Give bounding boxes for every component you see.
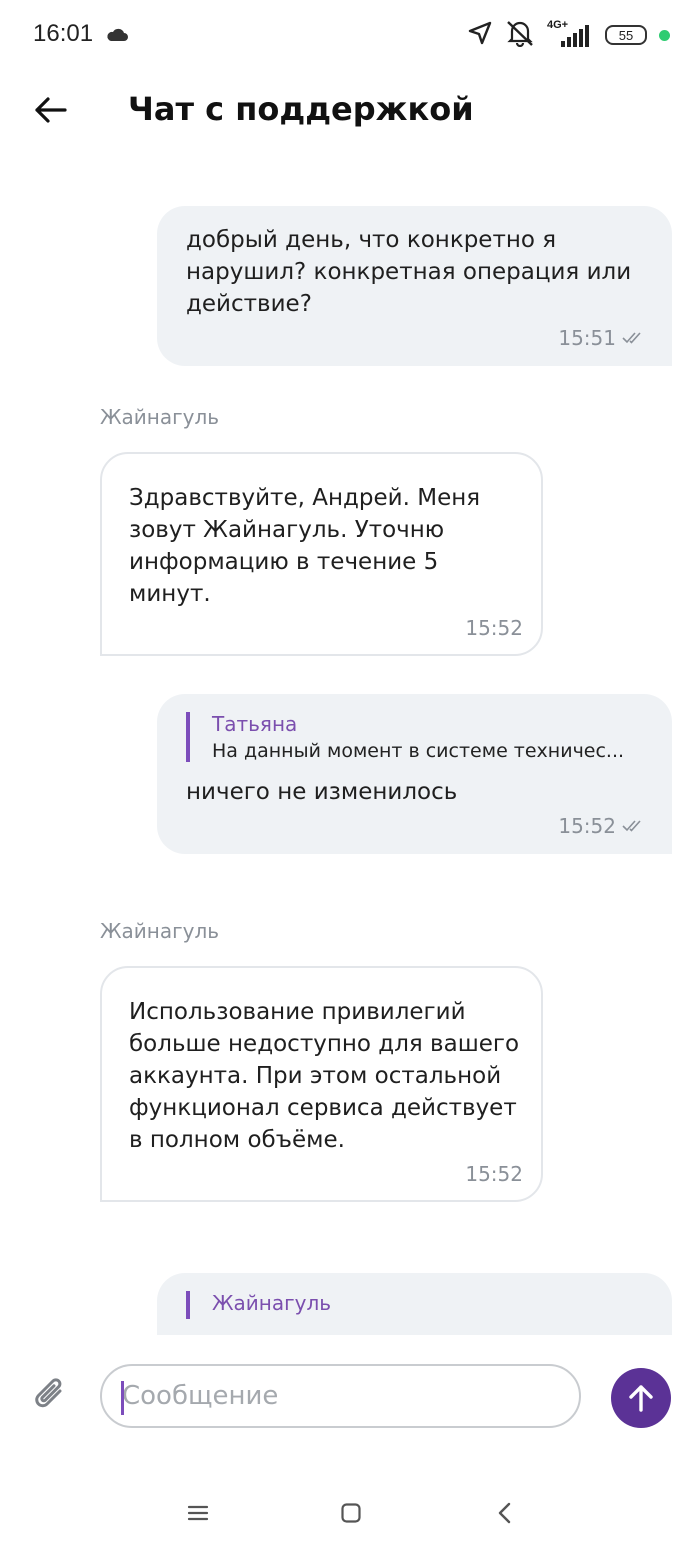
back-button[interactable] [30, 90, 70, 130]
message-time: 15:52 [558, 814, 616, 838]
message-text: добрый день, что конкретно я нарушил? ко… [186, 227, 632, 317]
reply-quote[interactable]: Жайнагуль [186, 1291, 642, 1319]
status-time: 16:01 [33, 20, 94, 47]
attach-button[interactable] [30, 1375, 70, 1415]
message-time: 15:52 [465, 1162, 523, 1186]
quote-text: На данный момент в системе техничес... [212, 740, 625, 762]
message-meta: 15:52 [129, 616, 523, 640]
outgoing-message[interactable]: добрый день, что конкретно я нарушил? ко… [157, 206, 672, 366]
status-bar: 16:01 4G+ 55 [0, 0, 700, 70]
message-meta: 15:51 [186, 326, 642, 350]
message-meta: 15:52 [186, 814, 642, 838]
message-text: Здравствуйте, Андрей. Меня зовут Жайнагу… [129, 485, 481, 607]
message-composer [0, 1335, 700, 1455]
chevron-left-icon [498, 1502, 511, 1524]
square-icon [341, 1503, 361, 1523]
menu-lines-icon [187, 1505, 209, 1521]
sender-name: Жайнагуль [100, 919, 220, 943]
message-input[interactable] [100, 1364, 581, 1428]
battery-icon: 55 [605, 25, 647, 45]
back-arrow-icon [35, 97, 67, 123]
message-text: ничего не изменилось [186, 779, 458, 805]
double-check-icon [622, 820, 641, 832]
message-text: Использование привилегий больше недоступ… [129, 999, 520, 1153]
signal-icon: 4G+ [547, 19, 593, 49]
send-button[interactable] [611, 1368, 671, 1428]
header: Чат с поддержкой [0, 72, 700, 152]
message-meta: 15:52 [129, 1162, 523, 1186]
outgoing-message[interactable]: Жайнагуль [157, 1273, 672, 1335]
paperclip-icon [35, 1378, 62, 1408]
reply-quote[interactable]: Татьяна На данный момент в системе техни… [186, 712, 642, 762]
system-navigation-bar [0, 1470, 700, 1556]
outgoing-message[interactable]: Татьяна На данный момент в системе техни… [157, 694, 672, 854]
incoming-message[interactable]: Использование привилегий больше недоступ… [100, 966, 543, 1202]
sender-name: Жайнагуль [100, 405, 220, 429]
text-cursor [121, 1381, 124, 1415]
chat-messages[interactable]: добрый день, что конкретно я нарушил? ко… [0, 160, 700, 1335]
bell-off-icon [505, 19, 535, 51]
system-back-button[interactable] [490, 1498, 520, 1528]
double-check-icon [622, 332, 641, 344]
incoming-message[interactable]: Здравствуйте, Андрей. Меня зовут Жайнагу… [100, 452, 543, 656]
arrow-up-icon [629, 1385, 653, 1412]
privacy-indicator-dot [659, 29, 670, 41]
status-icons: 4G+ 55 [467, 19, 670, 51]
message-time: 15:52 [465, 616, 523, 640]
quote-author: Татьяна [212, 712, 298, 736]
home-button[interactable] [336, 1498, 366, 1528]
page-title: Чат с поддержкой [128, 90, 474, 128]
message-time: 15:51 [558, 326, 616, 350]
recent-apps-button[interactable] [183, 1498, 213, 1528]
quote-author: Жайнагуль [212, 1291, 332, 1315]
location-arrow-icon [467, 20, 493, 50]
cloud-icon [106, 27, 128, 41]
